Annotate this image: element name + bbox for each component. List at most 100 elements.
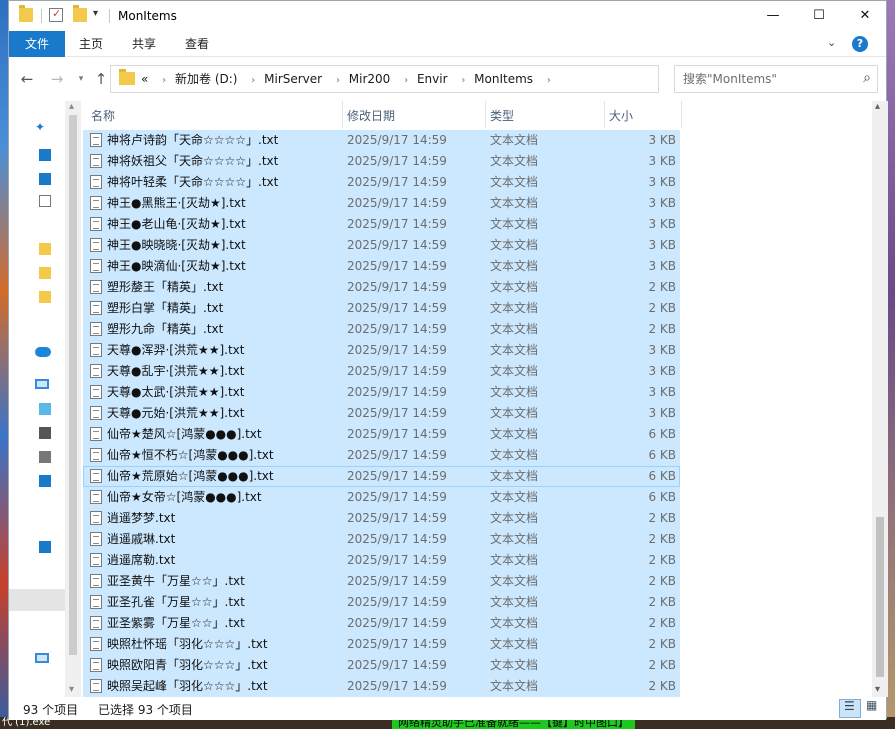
table-row[interactable]: 神王●映晓晓·[灭劫★].txt 2025/9/17 14:59 文本文档 3 KB	[83, 235, 872, 256]
drive-icon[interactable]	[39, 403, 51, 415]
address-bar[interactable]: « › 新加卷 (D:) › MirServer › Mir200 › Envi…	[110, 65, 753, 93]
tab-home[interactable]: 主页	[71, 31, 111, 57]
close-button[interactable]: ✕	[842, 1, 888, 31]
text-file-icon	[90, 574, 102, 588]
file-type: 文本文档	[490, 469, 539, 483]
table-row[interactable]: 逍遥席勒.txt 2025/9/17 14:59 文本文档 2 KB	[83, 550, 872, 571]
column-divider[interactable]	[681, 101, 682, 128]
back-arrow-icon[interactable]: ←	[17, 69, 37, 89]
drive-icon[interactable]	[39, 541, 51, 553]
breadcrumb-separator-icon[interactable]: ›	[251, 75, 255, 86]
file-name: 神王●映滴仙·[灭劫★].txt	[107, 259, 246, 273]
forward-arrow-icon[interactable]: →	[47, 69, 67, 89]
quick-access-separator	[41, 9, 42, 23]
breadcrumb-item[interactable]: 新加卷 (D:)	[175, 72, 237, 86]
table-row[interactable]: 塑形嫠王「精英」.txt 2025/9/17 14:59 文本文档 2 KB	[83, 277, 872, 298]
onedrive-cloud-icon[interactable]	[35, 347, 51, 357]
scroll-down-icon[interactable]: ▾	[875, 684, 880, 695]
file-name: 亚圣黄牛「万星☆☆」.txt	[107, 574, 245, 588]
selected-nav-item[interactable]	[9, 589, 65, 611]
network-icon[interactable]	[35, 653, 49, 663]
column-type[interactable]: 类型	[486, 101, 604, 128]
search-icon[interactable]: ⌕	[863, 70, 871, 86]
table-row[interactable]: 仙帝★楚风☆[鸿蒙●●●].txt 2025/9/17 14:59 文本文档 6 KB	[83, 424, 872, 445]
folder-icon[interactable]	[39, 267, 51, 279]
drive-icon[interactable]	[39, 427, 51, 439]
folder-icon[interactable]	[39, 291, 51, 303]
table-row[interactable]: 天尊●浑羿·[洪荒★★].txt 2025/9/17 14:59 文本文档 3 KB	[83, 340, 872, 361]
column-size[interactable]: 大小	[605, 101, 681, 128]
properties-icon[interactable]	[49, 7, 63, 22]
breadcrumb-separator-icon[interactable]: ›	[461, 75, 465, 86]
table-row[interactable]: 神王●映滴仙·[灭劫★].txt 2025/9/17 14:59 文本文档 3 KB	[83, 256, 872, 277]
up-arrow-icon[interactable]: ↑	[91, 69, 111, 89]
recent-locations-icon[interactable]: ▾	[71, 69, 91, 89]
drive-icon[interactable]	[39, 451, 51, 463]
desktop-icon[interactable]	[39, 149, 51, 161]
table-row[interactable]: 塑形白掌「精英」.txt 2025/9/17 14:59 文本文档 2 KB	[83, 298, 872, 319]
file-date: 2025/9/17 14:59	[347, 658, 447, 672]
table-row[interactable]: 映照杜怀瑶「羽化☆☆☆」.txt 2025/9/17 14:59 文本文档 2 KB	[83, 634, 872, 655]
breadcrumb-separator-icon[interactable]: ›	[336, 75, 340, 86]
tab-share[interactable]: 共享	[124, 31, 164, 57]
table-row[interactable]: 映照吴起峰「羽化☆☆☆」.txt 2025/9/17 14:59 文本文档 2 KB	[83, 676, 872, 697]
chevron-down-icon[interactable]: ▾	[93, 8, 98, 19]
minimize-button[interactable]: —	[750, 1, 796, 31]
search-input[interactable]	[683, 66, 853, 92]
pin-icon[interactable]: ✦	[35, 121, 47, 133]
table-row[interactable]: 天尊●太武·[洪荒★★].txt 2025/9/17 14:59 文本文档 3 KB	[83, 382, 872, 403]
file-size: 2 KB	[648, 322, 676, 336]
breadcrumb-item[interactable]: Envir	[417, 72, 448, 86]
table-row[interactable]: 塑形九命「精英」.txt 2025/9/17 14:59 文本文档 2 KB	[83, 319, 872, 340]
nav-scrollbar-thumb[interactable]	[69, 115, 77, 655]
table-row[interactable]: 亚圣紫雾「万星☆☆」.txt 2025/9/17 14:59 文本文档 2 KB	[83, 613, 872, 634]
breadcrumb-separator-icon[interactable]: ›	[547, 75, 551, 86]
downloads-icon[interactable]	[39, 173, 51, 185]
documents-icon[interactable]	[39, 195, 51, 207]
table-row[interactable]: 亚圣黄牛「万星☆☆」.txt 2025/9/17 14:59 文本文档 2 KB	[83, 571, 872, 592]
table-row[interactable]: 神王●黑熊王·[灭劫★].txt 2025/9/17 14:59 文本文档 3 KB	[83, 193, 872, 214]
file-name: 映照欧阳青「羽化☆☆☆」.txt	[107, 658, 268, 672]
folder-icon[interactable]	[39, 243, 51, 255]
file-type: 文本文档	[490, 196, 539, 210]
table-row[interactable]: 天尊●元始·[洪荒★★].txt 2025/9/17 14:59 文本文档 3 KB	[83, 403, 872, 424]
file-name: 神王●映晓晓·[灭劫★].txt	[107, 238, 246, 252]
tab-file[interactable]: 文件	[9, 31, 65, 57]
help-icon[interactable]: ?	[852, 36, 868, 52]
vertical-scrollbar[interactable]: ▴ ▾	[872, 101, 888, 697]
breadcrumb-item[interactable]: Mir200	[349, 72, 391, 86]
table-row[interactable]: 逍遥梦梦.txt 2025/9/17 14:59 文本文档 2 KB	[83, 508, 872, 529]
table-row[interactable]: 神将卢诗韵「天命☆☆☆☆」.txt 2025/9/17 14:59 文本文档 3 KB	[83, 130, 872, 151]
large-icons-view-icon[interactable]	[863, 698, 883, 718]
table-row[interactable]: 仙帝★荒原始☆[鸿蒙●●●].txt 2025/9/17 14:59 文本文档 6 K…	[83, 466, 872, 487]
text-file-icon	[90, 427, 102, 441]
maximize-button[interactable]: ☐	[796, 1, 842, 31]
table-row[interactable]: 天尊●乱宇·[洪荒★★].txt 2025/9/17 14:59 文本文档 3 KB	[83, 361, 872, 382]
drive-icon[interactable]	[39, 475, 51, 487]
breadcrumb-overflow[interactable]: «	[141, 72, 148, 86]
file-size: 2 KB	[648, 637, 676, 651]
table-row[interactable]: 神将妖祖父「天命☆☆☆☆」.txt 2025/9/17 14:59 文本文档 3 KB	[83, 151, 872, 172]
breadcrumb-separator-icon[interactable]: ›	[404, 75, 408, 86]
expand-ribbon-icon[interactable]: ⌄	[827, 36, 836, 49]
table-row[interactable]: 亚圣孔雀「万星☆☆」.txt 2025/9/17 14:59 文本文档 2 KB	[83, 592, 872, 613]
breadcrumb-item[interactable]: MonItems	[474, 72, 533, 86]
breadcrumb-item[interactable]: MirServer	[264, 72, 322, 86]
table-row[interactable]: 仙帝★女帝☆[鸿蒙●●●].txt 2025/9/17 14:59 文本文档 6 KB	[83, 487, 872, 508]
new-folder-icon[interactable]	[73, 5, 87, 22]
scrollbar-thumb[interactable]	[876, 517, 884, 677]
this-pc-icon[interactable]	[35, 379, 49, 389]
scroll-up-icon[interactable]: ▴	[875, 101, 880, 112]
sort-ascending-icon: ^	[205, 101, 214, 108]
text-file-icon	[90, 595, 102, 609]
file-name: 天尊●元始·[洪荒★★].txt	[107, 406, 245, 420]
table-row[interactable]: 神王●老山龟·[灭劫★].txt 2025/9/17 14:59 文本文档 3 KB	[83, 214, 872, 235]
details-view-icon[interactable]	[839, 699, 861, 718]
tab-view[interactable]: 查看	[177, 31, 217, 57]
column-date[interactable]: 修改日期	[343, 101, 485, 128]
column-name[interactable]: 名称	[87, 101, 343, 128]
table-row[interactable]: 逍遥戚琳.txt 2025/9/17 14:59 文本文档 2 KB	[83, 529, 872, 550]
table-row[interactable]: 神将叶轻柔「天命☆☆☆☆」.txt 2025/9/17 14:59 文本文档 3 KB	[83, 172, 872, 193]
table-row[interactable]: 仙帝★恒不朽☆[鸿蒙●●●].txt 2025/9/17 14:59 文本文档 6 K…	[83, 445, 872, 466]
table-row[interactable]: 映照欧阳青「羽化☆☆☆」.txt 2025/9/17 14:59 文本文档 2 KB	[83, 655, 872, 676]
